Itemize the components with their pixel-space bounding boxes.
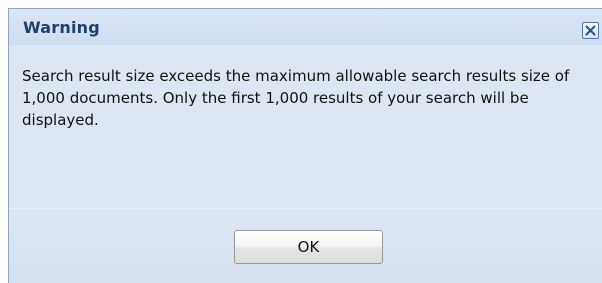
- close-icon: [585, 25, 596, 36]
- dialog-title-bar: Warning: [9, 9, 602, 46]
- dialog-title: Warning: [23, 18, 100, 37]
- close-button[interactable]: [582, 22, 599, 39]
- warning-message: Search result size exceeds the maximum a…: [22, 67, 570, 129]
- ok-button[interactable]: OK: [234, 230, 383, 264]
- dialog-footer: OK: [9, 208, 602, 283]
- warning-dialog: Warning Search result size exceeds the m…: [8, 8, 602, 283]
- dialog-content: Search result size exceeds the maximum a…: [9, 45, 602, 208]
